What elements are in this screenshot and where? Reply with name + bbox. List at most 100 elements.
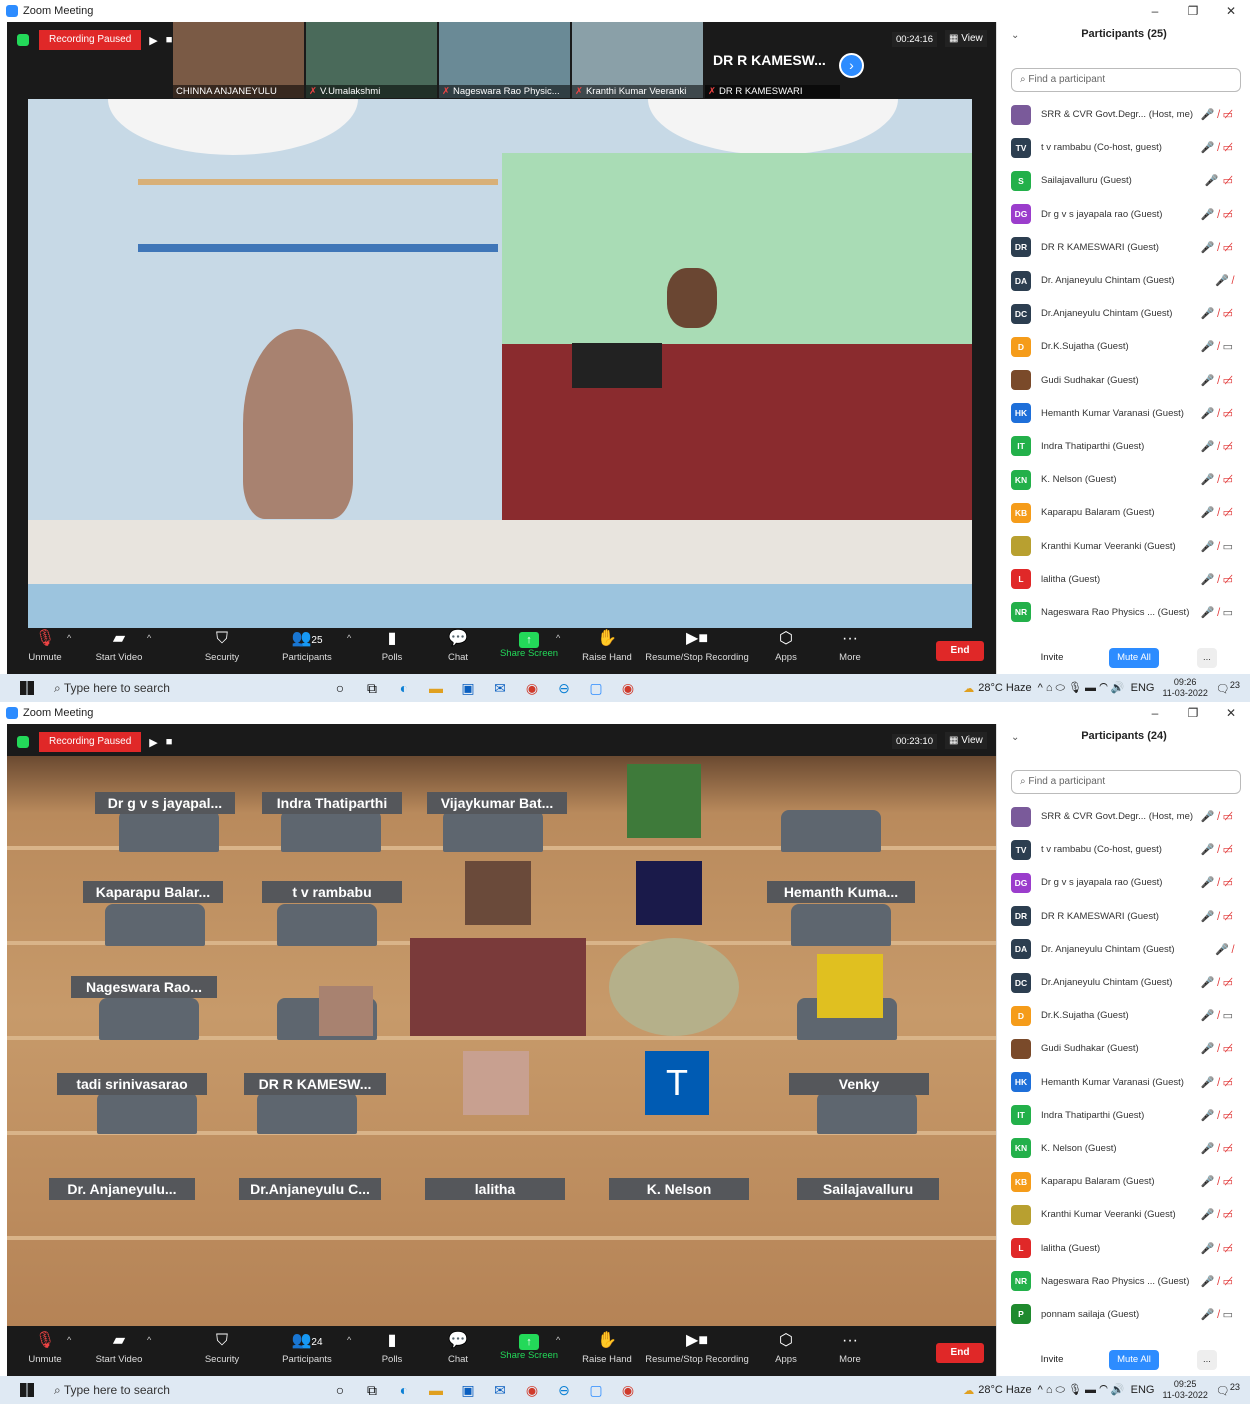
chevron-up-icon[interactable]: ^: [67, 1335, 71, 1345]
participant-status-icons[interactable]: 🎤̸▭̸: [1201, 440, 1237, 453]
seat-name-tag[interactable]: Dr.Anjaneyulu C...: [239, 1178, 381, 1200]
resume-recording-icon[interactable]: ▶: [149, 34, 157, 47]
maximize-button[interactable]: ❐: [1174, 0, 1212, 22]
more-button[interactable]: ··· More: [835, 1330, 865, 1376]
more-options-button[interactable]: ...: [1197, 648, 1217, 668]
participant-row[interactable]: IT Indra Thatiparthi (Guest) 🎤̸▭̸: [1011, 430, 1247, 463]
store-icon[interactable]: ▣: [452, 1382, 484, 1399]
participant-status-icons[interactable]: 🎤̸▭̸: [1201, 1042, 1237, 1055]
taskbar-search-box[interactable]: ⌕ Type here to search: [54, 681, 304, 696]
edge-icon[interactable]: ◐: [388, 1382, 420, 1399]
mute-all-button[interactable]: Mute All: [1109, 1350, 1159, 1370]
chrome-icon[interactable]: ◉: [516, 680, 548, 697]
participant-row[interactable]: Kranthi Kumar Veeranki (Guest) 🎤̸▭̸: [1011, 1198, 1247, 1231]
participant-row[interactable]: HK Hemanth Kumar Varanasi (Guest) 🎤̸▭̸: [1011, 397, 1247, 430]
participant-status-icons[interactable]: 🎤̸▭̸: [1201, 473, 1237, 486]
participant-row[interactable]: DR DR R KAMESWARI (Guest) 🎤̸▭̸: [1011, 231, 1247, 264]
participant-status-icons[interactable]: 🎤̸▭̸: [1201, 1242, 1237, 1255]
participant-status-icons[interactable]: 🎤̸▭: [1201, 340, 1237, 353]
clock[interactable]: 09:25 11-03-2022: [1162, 1379, 1207, 1401]
participant-status-icons[interactable]: 🎤̸▭̸: [1201, 374, 1237, 387]
chevron-up-icon[interactable]: ^: [556, 633, 560, 643]
participant-row[interactable]: IT Indra Thatiparthi (Guest) 🎤̸▭̸: [1011, 1099, 1247, 1132]
resume-recording-icon[interactable]: ▶: [149, 736, 157, 749]
participant-status-icons[interactable]: 🎤̸▭̸: [1201, 876, 1237, 889]
participant-status-icons[interactable]: 🎤̸▭: [1201, 1308, 1237, 1321]
more-button[interactable]: ··· More: [835, 628, 865, 674]
participant-status-icons[interactable]: 🎤̸: [1215, 274, 1237, 287]
participant-status-icons[interactable]: 🎤̸▭̸: [1201, 407, 1237, 420]
more-options-button[interactable]: ...: [1197, 1350, 1217, 1370]
view-button[interactable]: ▦ View: [945, 30, 987, 47]
participant-status-icons[interactable]: 🎤̸▭̸: [1201, 910, 1237, 923]
close-button[interactable]: ✕: [1212, 702, 1250, 724]
seat-name-tag[interactable]: Dr g v s jayapal...: [95, 792, 235, 814]
participant-search-input[interactable]: ⌕ Find a participant: [1011, 770, 1241, 794]
file-explorer-icon[interactable]: ▬: [420, 680, 452, 697]
minimize-button[interactable]: –: [1136, 0, 1174, 22]
close-button[interactable]: ✕: [1212, 0, 1250, 22]
participant-row[interactable]: KB Kaparapu Balaram (Guest) 🎤̸▭̸: [1011, 496, 1247, 529]
participant-status-icons[interactable]: 🎤̸▭: [1201, 1009, 1237, 1022]
participant-row[interactable]: SRR & CVR Govt.Degr... (Host, me) 🎤̸▭̸: [1011, 800, 1247, 833]
seat-name-tag[interactable]: K. Nelson: [609, 1178, 749, 1200]
store-icon[interactable]: ▣: [452, 680, 484, 697]
participant-status-icons[interactable]: 🎤̸▭̸: [1201, 108, 1237, 121]
chevron-up-icon[interactable]: ^: [347, 633, 351, 643]
participant-row[interactable]: Gudi Sudhakar (Guest) 🎤̸▭̸: [1011, 364, 1247, 397]
invite-button[interactable]: Invite: [1033, 1350, 1071, 1370]
weather-text[interactable]: 28°C Haze: [978, 1384, 1031, 1396]
name-tile[interactable]: DR R KAMESW... ✗ DR R KAMESWARI: [705, 22, 840, 98]
participant-row[interactable]: Pponnam sailaja (Guest) 🎤̸▭: [1011, 1298, 1247, 1331]
participant-row[interactable]: DC Dr.Anjaneyulu Chintam (Guest) 🎤̸▭̸: [1011, 966, 1247, 999]
participant-row[interactable]: KN K. Nelson (Guest) 🎤̸▭̸: [1011, 1132, 1247, 1165]
participant-status-icons[interactable]: 🎤̸▭: [1201, 606, 1237, 619]
participant-status-icons[interactable]: 🎤̸▭̸: [1201, 1175, 1237, 1188]
participant-row[interactable]: S Sailajavalluru (Guest) 🎤▭̸: [1011, 164, 1247, 197]
seat-name-tag[interactable]: tadi srinivasarao: [57, 1073, 207, 1095]
seat-name-tag[interactable]: Vijaykumar Bat...: [427, 792, 567, 814]
cortana-icon[interactable]: ○: [324, 1382, 356, 1399]
participant-row[interactable]: DA Dr. Anjaneyulu Chintam (Guest) 🎤̸: [1011, 933, 1247, 966]
chevron-up-icon[interactable]: ^: [67, 633, 71, 643]
app-icon[interactable]: ⊖: [548, 680, 580, 697]
participant-photo-tile[interactable]: [465, 861, 531, 925]
start-video-button[interactable]: ▰ Start Video: [87, 628, 151, 674]
participant-status-icons[interactable]: 🎤̸▭̸: [1201, 810, 1237, 823]
participant-row[interactable]: D Dr.K.Sujatha (Guest) 🎤̸▭: [1011, 999, 1247, 1032]
tree-avatar-tile[interactable]: [627, 764, 701, 838]
app-icon[interactable]: ⊖: [548, 1382, 580, 1399]
participant-status-icons[interactable]: 🎤̸▭̸: [1201, 1142, 1237, 1155]
taskbar-search-box[interactable]: ⌕ Type here to search: [54, 1383, 304, 1398]
notification-icon[interactable]: 🗨23: [1216, 680, 1240, 696]
tray-icons[interactable]: ^ ⌂ ⬭ 🎙 ▬ ◠ 🔊: [1038, 681, 1125, 695]
participant-row[interactable]: D Dr.K.Sujatha (Guest) 🎤̸▭: [1011, 330, 1247, 363]
participants-button[interactable]: 👥24 Participants: [277, 1330, 337, 1376]
avatar-initial-tile[interactable]: T: [645, 1051, 709, 1115]
participant-status-icons[interactable]: 🎤̸▭̸: [1201, 307, 1237, 320]
start-video-button[interactable]: ▰ Start Video: [87, 1330, 151, 1376]
participant-row[interactable]: NR Nageswara Rao Physics ... (Guest) 🎤̸▭̸: [1011, 1265, 1247, 1298]
share-screen-button[interactable]: ↑ Share Screen: [499, 628, 559, 674]
windows-start-icon[interactable]: [20, 1383, 34, 1397]
mail-icon[interactable]: ✉: [484, 680, 516, 697]
participant-status-icons[interactable]: 🎤̸▭: [1201, 540, 1237, 553]
zoom-taskbar-icon[interactable]: ▢: [580, 1382, 612, 1399]
minimize-button[interactable]: –: [1136, 702, 1174, 724]
end-meeting-button[interactable]: End: [936, 641, 984, 661]
mail-icon[interactable]: ✉: [484, 1382, 516, 1399]
chrome-profile-icon[interactable]: ◉: [612, 680, 644, 697]
language-indicator[interactable]: ENG: [1131, 682, 1155, 694]
participant-row[interactable]: KB Kaparapu Balaram (Guest) 🎤̸▭̸: [1011, 1165, 1247, 1198]
view-button[interactable]: ▦ View: [945, 732, 987, 749]
participant-row[interactable]: KN K. Nelson (Guest) 🎤̸▭̸: [1011, 463, 1247, 496]
participant-row[interactable]: TV t v rambabu (Co-host, guest) 🎤̸▭̸: [1011, 833, 1247, 866]
participant-row[interactable]: DR DR R KAMESWARI (Guest) 🎤̸▭̸: [1011, 900, 1247, 933]
video-thumbnail[interactable]: ✗ V.Umalakshmi: [306, 22, 437, 98]
resume-stop-recording-button[interactable]: ▶■ Resume/Stop Recording: [642, 628, 752, 674]
resume-stop-recording-button[interactable]: ▶■ Resume/Stop Recording: [642, 1330, 752, 1376]
seat-name-tag[interactable]: Venky: [789, 1073, 929, 1095]
chevron-up-icon[interactable]: ^: [147, 633, 151, 643]
participant-status-icons[interactable]: 🎤̸▭̸: [1201, 506, 1237, 519]
seat-name-tag[interactable]: Hemanth Kuma...: [767, 881, 915, 903]
